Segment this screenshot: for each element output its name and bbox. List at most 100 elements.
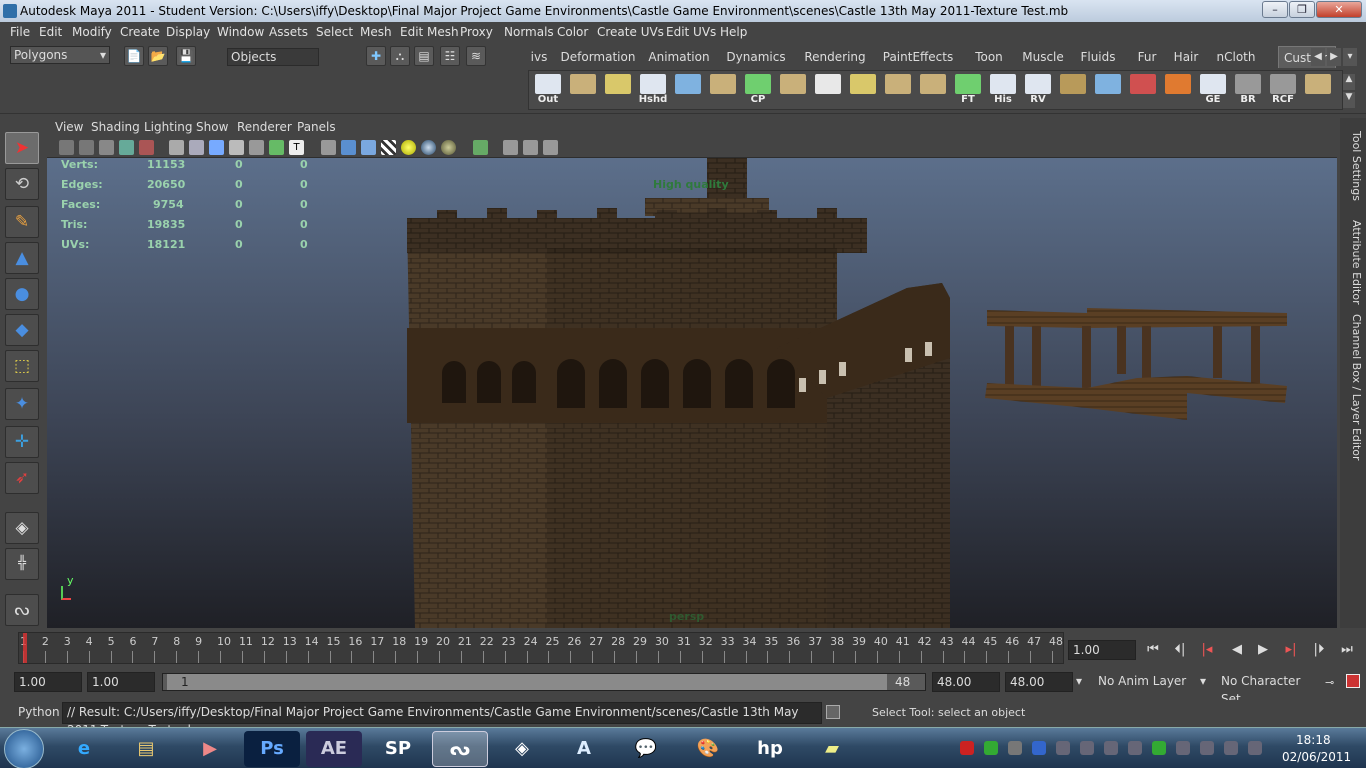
step-back-frame-icon[interactable]: |◂: [1196, 640, 1218, 660]
graph-editor-icon[interactable]: GE: [1198, 73, 1228, 107]
playback-end-field[interactable]: 48.00: [932, 672, 1000, 692]
checker-map-icon[interactable]: [813, 73, 843, 107]
wireframe-on-shaded-icon[interactable]: [361, 140, 376, 155]
move-tool-icon[interactable]: ●: [5, 278, 39, 310]
uv-editor-icon[interactable]: [708, 73, 738, 107]
menu-modify[interactable]: Modify: [72, 25, 112, 39]
messenger-icon[interactable]: 💬: [618, 731, 674, 767]
field-chart-icon[interactable]: [249, 140, 264, 155]
minimize-button[interactable]: –: [1262, 1, 1288, 18]
menu-color[interactable]: Color: [557, 25, 588, 39]
tray-bluetooth-icon[interactable]: [1032, 741, 1046, 755]
tray-drive-icon[interactable]: [1008, 741, 1022, 755]
shelf-tab-animation[interactable]: Animation: [643, 46, 715, 68]
anim-prefs-icon[interactable]: [1346, 674, 1360, 688]
cut-uv-icon[interactable]: [918, 73, 948, 107]
tray-antivirus-icon[interactable]: [960, 741, 974, 755]
menu-edit-mesh[interactable]: Edit Mesh: [400, 25, 459, 39]
shadows-icon[interactable]: [421, 140, 436, 155]
select-by-component-icon[interactable]: ▤: [414, 46, 434, 66]
time-slider[interactable]: 1234567891011121314151617181920212223242…: [18, 632, 1064, 664]
photoshop-icon[interactable]: Ps: [244, 731, 300, 767]
curve-icon[interactable]: [673, 73, 703, 107]
end-time-field[interactable]: 48.00: [1005, 672, 1073, 692]
ik-handle-icon[interactable]: [1128, 73, 1158, 107]
close-button[interactable]: ✕: [1316, 1, 1362, 18]
tab-tool-settings[interactable]: Tool Settings: [1343, 126, 1363, 206]
snap-grid-icon[interactable]: ☷: [440, 46, 460, 66]
freeze-transforms-icon[interactable]: FT: [953, 73, 983, 107]
after-effects-icon[interactable]: AE: [306, 731, 362, 767]
isolate-select-icon[interactable]: [473, 140, 488, 155]
paint-icon[interactable]: 🎨: [680, 731, 736, 767]
maya-logo-icon[interactable]: ᔓ: [5, 594, 39, 626]
command-result-field[interactable]: // Result: C:/Users/iffy/Desktop/Final M…: [62, 702, 822, 737]
menu-file[interactable]: File: [10, 25, 30, 39]
step-forward-frame-icon[interactable]: ▸|: [1280, 640, 1302, 660]
open-scene-icon[interactable]: 📂: [148, 46, 168, 66]
tray-flag-icon[interactable]: [1176, 741, 1190, 755]
start-time-field[interactable]: 1.00: [14, 672, 82, 692]
menu-mesh[interactable]: Mesh: [360, 25, 392, 39]
create-pivot-icon[interactable]: CP: [743, 73, 773, 107]
shelf-tab-left-arrow-icon[interactable]: ◀: [1311, 48, 1325, 66]
select-tool-icon[interactable]: ➤: [5, 132, 39, 164]
vp-menu-panels[interactable]: Panels: [297, 120, 336, 134]
steam-icon[interactable]: SP: [370, 731, 426, 767]
move-pivot-tool-icon[interactable]: ✛: [5, 426, 39, 458]
menu-select[interactable]: Select: [316, 25, 353, 39]
explorer-folder-icon[interactable]: ▤: [118, 731, 174, 767]
grid-icon[interactable]: [169, 140, 184, 155]
key-icon[interactable]: ⊸: [1325, 676, 1334, 689]
media-player-icon[interactable]: ▶: [182, 731, 238, 767]
maximize-button[interactable]: ❐: [1289, 1, 1315, 18]
clock-time[interactable]: 18:18: [1296, 733, 1331, 747]
menu-normals[interactable]: Normals: [504, 25, 554, 39]
shelf-tab-painteffects[interactable]: PaintEffects: [876, 46, 960, 68]
hypershade-icon[interactable]: Hshd: [638, 73, 668, 107]
render-current-frame-icon[interactable]: RCF: [1268, 73, 1298, 107]
film-gate-icon[interactable]: [189, 140, 204, 155]
play-backwards-icon[interactable]: ◀: [1226, 640, 1248, 660]
gate-mask-icon[interactable]: [229, 140, 244, 155]
high-quality-icon[interactable]: [441, 140, 456, 155]
snap-curve-icon[interactable]: ≋: [466, 46, 486, 66]
internet-explorer-icon[interactable]: e: [56, 731, 112, 767]
step-forward-key-icon[interactable]: |⏵: [1308, 640, 1330, 660]
anim-layer-dropdown[interactable]: No Anim Layer: [1094, 672, 1194, 692]
xray-joints-icon[interactable]: [523, 140, 538, 155]
menu-help[interactable]: Help: [720, 25, 747, 39]
last-tool-icon[interactable]: ➶: [5, 462, 39, 494]
outliner-icon[interactable]: Out: [533, 73, 563, 107]
vp-menu-lighting[interactable]: Lighting: [144, 120, 193, 134]
uv-unfold-icon[interactable]: [1303, 73, 1333, 107]
menu-set-dropdown[interactable]: Polygons ▾: [10, 46, 110, 64]
tray-hp-icon[interactable]: [1128, 741, 1142, 755]
current-time-marker[interactable]: [23, 633, 27, 663]
single-perspective-layout-icon[interactable]: ◈: [5, 512, 39, 544]
batch-render-icon[interactable]: BR: [1233, 73, 1263, 107]
lasso-tool-icon[interactable]: ⟲: [5, 168, 39, 200]
play-forwards-icon[interactable]: ▶: [1252, 640, 1274, 660]
paint-weights-icon[interactable]: [1163, 73, 1193, 107]
start-button-icon[interactable]: [4, 729, 44, 768]
four-view-layout-icon[interactable]: ╬: [5, 548, 39, 580]
safe-title-icon[interactable]: T: [289, 140, 304, 155]
tray-network-icon[interactable]: [1056, 741, 1070, 755]
menu-create[interactable]: Create: [120, 25, 160, 39]
shelf-tab-deformation[interactable]: Deformation: [558, 46, 638, 68]
textured-icon[interactable]: [381, 140, 396, 155]
playback-start-field[interactable]: 1.00: [87, 672, 155, 692]
range-slider[interactable]: 1 48: [162, 673, 926, 691]
character-set-dropdown[interactable]: No Character Set: [1217, 672, 1317, 706]
tab-channel-box-layer-editor[interactable]: Channel Box / Layer Editor: [1343, 314, 1363, 461]
planar-map-icon[interactable]: [883, 73, 913, 107]
tray-signal-icon[interactable]: [1248, 741, 1262, 755]
safe-action-icon[interactable]: [269, 140, 284, 155]
unity-icon[interactable]: ◈: [494, 731, 550, 767]
sphere-map-icon[interactable]: [1058, 73, 1088, 107]
scale-tool-icon[interactable]: ⬚: [5, 350, 39, 382]
select-by-hierarchy-icon[interactable]: ✚: [366, 46, 386, 66]
range-slider-bar[interactable]: [167, 674, 887, 690]
perspective-viewport[interactable]: Verts: 11153 0 0 Edges: 20650 0 0 Faces:…: [47, 158, 1337, 628]
